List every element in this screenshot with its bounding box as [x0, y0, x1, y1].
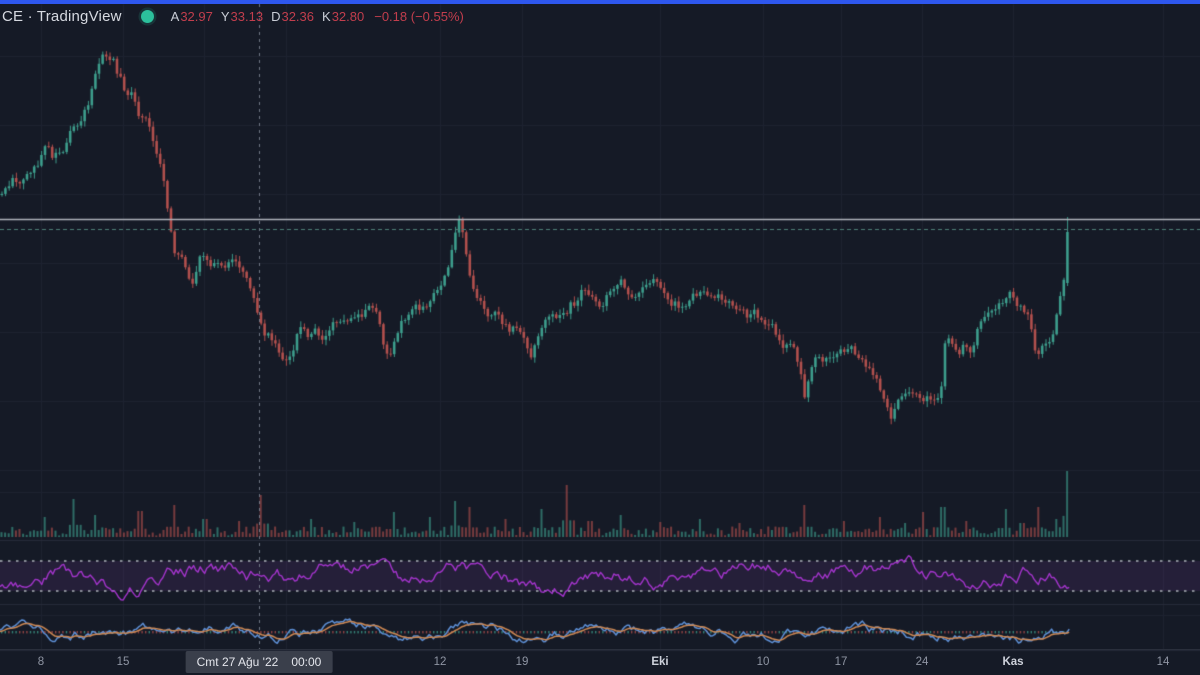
low-label: D: [271, 9, 280, 24]
chart-legend: CE · TradingView A32.97 Y33.13 D32.36 K3…: [2, 8, 464, 25]
time-axis-label: Eki: [651, 656, 668, 668]
time-axis-label: 19: [516, 656, 529, 668]
tradingview-chart: CE · TradingView A32.97 Y33.13 D32.36 K3…: [0, 0, 1200, 675]
high-pair: Y33.13: [221, 9, 263, 24]
high-label: Y: [221, 9, 230, 24]
tooltip-time: 00:00: [291, 654, 321, 670]
open-value: 32.97: [180, 9, 213, 24]
close-label: K: [322, 9, 331, 24]
tooltip-date: Cmt 27 Ağu '22: [197, 654, 279, 670]
close-pair: K32.80: [322, 9, 364, 24]
time-axis-label: 8: [38, 656, 44, 668]
open-label: A: [171, 9, 180, 24]
time-axis-label: Kas: [1002, 656, 1023, 668]
market-open-status-icon[interactable]: [141, 10, 154, 23]
time-axis-label: 12: [434, 656, 447, 668]
time-axis-label: 14: [1157, 656, 1170, 668]
high-value: 33.13: [231, 9, 264, 24]
change-value: −0.18 (−0.55%): [374, 9, 464, 24]
low-value: 32.36: [281, 9, 314, 24]
open-pair: A32.97: [171, 9, 213, 24]
low-pair: D32.36: [271, 9, 314, 24]
ohlc-readout: A32.97 Y33.13 D32.36 K32.80 −0.18 (−0.55…: [171, 9, 464, 24]
symbol-title[interactable]: CE · TradingView: [2, 8, 122, 25]
time-axis-label: 15: [117, 656, 130, 668]
time-axis-label: 24: [916, 656, 929, 668]
crosshair-date-tooltip: Cmt 27 Ağu '22 00:00: [186, 651, 333, 673]
time-axis-label: 17: [835, 656, 848, 668]
loading-progress-bar: [0, 0, 1200, 4]
chart-canvas[interactable]: [0, 0, 1200, 675]
close-value: 32.80: [332, 9, 365, 24]
time-axis[interactable]: Cmt 27 Ağu '22 00:00 8 15 12 19 Eki 10 17 24 Kas…: [0, 649, 1200, 675]
time-axis-label: 10: [757, 656, 770, 668]
